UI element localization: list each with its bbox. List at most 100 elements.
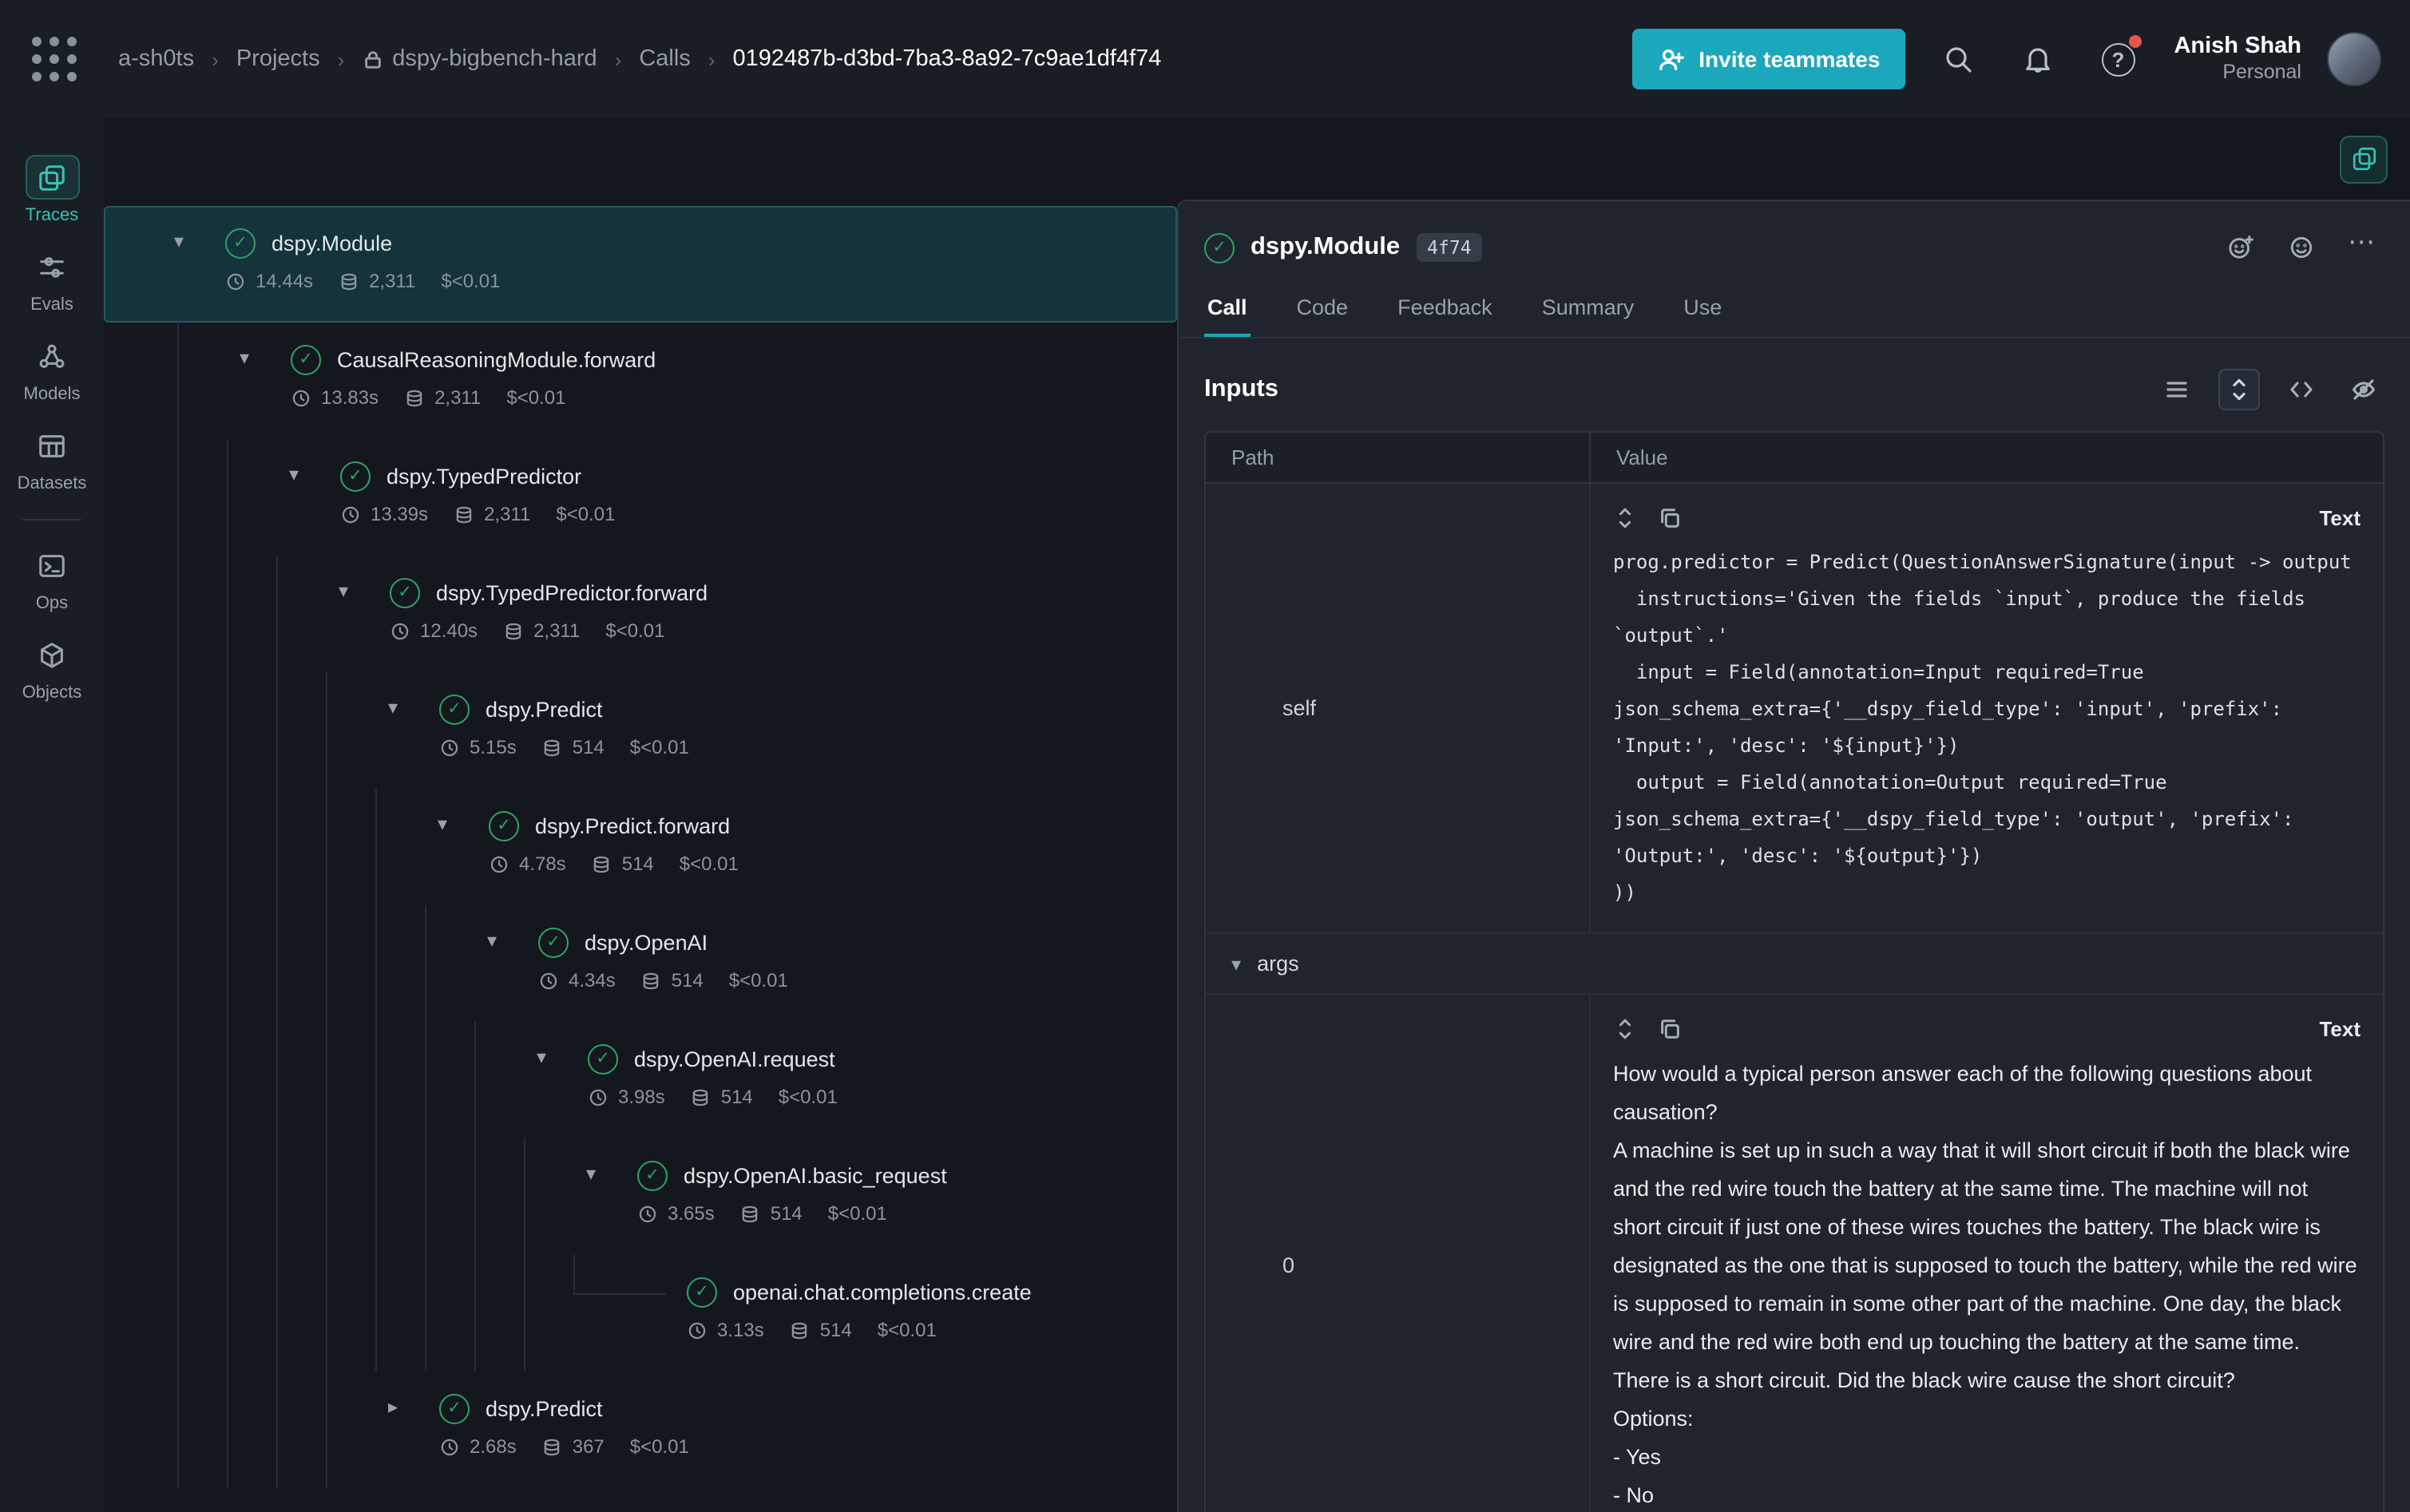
question-icon: ? [2101,42,2135,76]
tab-code[interactable]: Code [1294,284,1352,337]
tokens-icon [503,620,524,641]
chevron-down-icon[interactable]: ▾ [161,206,196,323]
breadcrumb-separator-icon: › [338,47,345,71]
clock-icon [225,271,246,291]
breadcrumb-calls[interactable]: Calls [639,46,690,72]
tab-call[interactable]: Call [1204,284,1251,337]
cost-value: $<0.01 [605,619,664,642]
success-status-icon: ✓ [1204,232,1235,263]
sidebar-item-evals[interactable]: Evals [0,236,104,326]
feedback-smiley-icon [2287,233,2316,262]
invite-teammates-button[interactable]: Invite teammates [1631,29,1905,89]
breadcrumb-team[interactable]: a-sh0ts [118,46,194,72]
list-view-button[interactable] [2156,369,2198,410]
input-row-self: self Text prog.predictor = Predict(Quest… [1206,484,2383,934]
tokens-icon [740,1203,761,1224]
input-value-code[interactable]: prog.predictor = Predict(QuestionAnswerS… [1613,544,2360,912]
page-toolbar [104,118,2410,200]
copy-icon[interactable] [1658,1016,1682,1040]
tokens-icon [790,1320,811,1340]
chevron-down-icon[interactable]: ▾ [573,1138,608,1255]
cost-value: $<0.01 [779,1086,838,1108]
sidebar-item-datasets[interactable]: Datasets [0,415,104,505]
chevron-down-icon[interactable]: ▾ [474,905,509,1022]
sidebar-item-traces[interactable]: Traces [0,147,104,236]
cost-value: $<0.01 [630,736,689,758]
trace-row-chat-completions-create[interactable]: ▾ ✓openai.chat.completions.create 3.13s … [104,1255,1177,1371]
overflow-menu-button[interactable]: ⋯ [2340,225,2384,270]
user-block[interactable]: Anish Shah Personal [2174,32,2301,86]
cost-value: $<0.01 [878,1319,937,1341]
unfold-icon[interactable] [1613,505,1637,529]
success-status-icon: ✓ [439,1393,470,1423]
chevron-down-icon[interactable]: ▾ [276,439,311,556]
chevron-down-icon[interactable]: ▾ [524,1022,559,1138]
models-icon [37,341,67,371]
sidebar-item-models[interactable]: Models [0,326,104,415]
add-user-icon [1657,46,1684,73]
tab-use[interactable]: Use [1680,284,1725,337]
trace-row-typedpredictor-forward[interactable]: ▾ ✓dspy.TypedPredictor.forward 12.40s 2,… [104,556,1177,672]
input-value-text[interactable]: How would a typical person answer each o… [1613,1055,2360,1512]
cost-value: $<0.01 [828,1202,887,1225]
trace-row-predict-2[interactable]: ▸ ✓dspy.Predict 2.68s 367 $<0.01 [104,1371,1177,1488]
args-section-label: args [1257,952,1299,976]
chevron-down-icon[interactable]: ▾ [227,323,262,439]
chevron-right-icon[interactable]: ▸ [375,1371,410,1488]
user-avatar[interactable] [2327,32,2381,86]
app-grid-icon[interactable] [32,37,77,81]
trace-row-dspy-module[interactable]: ▾ ✓dspy.Module 14.44s 2,311 $<0.01 [104,206,1177,323]
expand-rows-icon [2226,377,2252,402]
duration-value: 14.44s [256,270,313,292]
trace-row-openai[interactable]: ▾ ✓dspy.OpenAI 4.34s 514 $<0.01 [104,905,1177,1022]
breadcrumb-project[interactable]: dspy-bigbench-hard [362,46,597,72]
trace-row-openai-request[interactable]: ▾ ✓dspy.OpenAI.request 3.98s 514 $<0.01 [104,1022,1177,1138]
trace-row-predict-1[interactable]: ▾ ✓dspy.Predict 5.15s 514 $<0.01 [104,672,1177,789]
tab-feedback[interactable]: Feedback [1394,284,1496,337]
clock-icon [637,1203,658,1224]
expand-rows-button[interactable] [2218,369,2260,410]
trace-row-openai-basic-request[interactable]: ▾ ✓dspy.OpenAI.basic_request 3.65s 514 $… [104,1138,1177,1255]
cost-value: $<0.01 [506,386,565,409]
bell-icon [2022,43,2054,75]
trace-row-predict-forward[interactable]: ▾ ✓dspy.Predict.forward 4.78s 514 $<0.01 [104,789,1177,905]
chevron-down-icon[interactable]: ▾ [375,672,410,789]
help-button[interactable]: ? [2091,32,2145,86]
feedback-button[interactable] [2279,225,2324,270]
call-title: dspy.Module [1251,233,1400,262]
unfold-icon[interactable] [1613,1016,1637,1040]
success-status-icon: ✓ [687,1276,717,1307]
sidebar-item-objects[interactable]: Objects [0,624,104,714]
breadcrumb-projects[interactable]: Projects [236,46,320,72]
success-status-icon: ✓ [225,228,256,258]
code-view-button[interactable] [2281,369,2322,410]
tab-summary[interactable]: Summary [1539,284,1638,337]
ops-icon [37,550,67,580]
breadcrumb-call-id[interactable]: 0192487b-d3bd-7ba3-8a92-7c9ae1df4f74 [732,46,1161,72]
call-id-badge[interactable]: 4f74 [1416,233,1482,262]
trace-row-causal-forward[interactable]: ▾ ✓CausalReasoningModule.forward 13.83s … [104,323,1177,439]
format-selector[interactable]: Text [2319,505,2360,529]
hide-button[interactable] [2343,369,2384,410]
input-path: self [1206,484,1589,932]
call-tab-content: Inputs [1179,338,2410,1512]
success-status-icon: ✓ [538,927,569,957]
copy-icon[interactable] [1658,505,1682,529]
chevron-down-icon[interactable]: ▾ [425,789,460,905]
search-button[interactable] [1931,32,1985,86]
chevron-down-icon[interactable]: ▾ [326,556,361,672]
search-icon [1942,43,1974,75]
sidebar-item-ops[interactable]: Ops [0,535,104,624]
trace-row-typedpredictor[interactable]: ▾ ✓dspy.TypedPredictor 13.39s 2,311 $<0.… [104,439,1177,556]
add-reaction-button[interactable] [2218,225,2263,270]
breadcrumb-separator-icon: › [708,47,715,71]
lock-icon [362,49,383,69]
sidebar-divider [22,519,81,520]
notifications-button[interactable] [2011,32,2065,86]
args-section-toggle[interactable]: ▾ args [1206,934,2383,995]
panel-layout-toggle-button[interactable] [2340,135,2388,183]
breadcrumb-separator-icon: › [615,47,622,71]
inputs-table: Path Value self Text [1204,431,2384,1512]
format-selector[interactable]: Text [2319,1016,2360,1040]
clock-icon [687,1320,708,1340]
